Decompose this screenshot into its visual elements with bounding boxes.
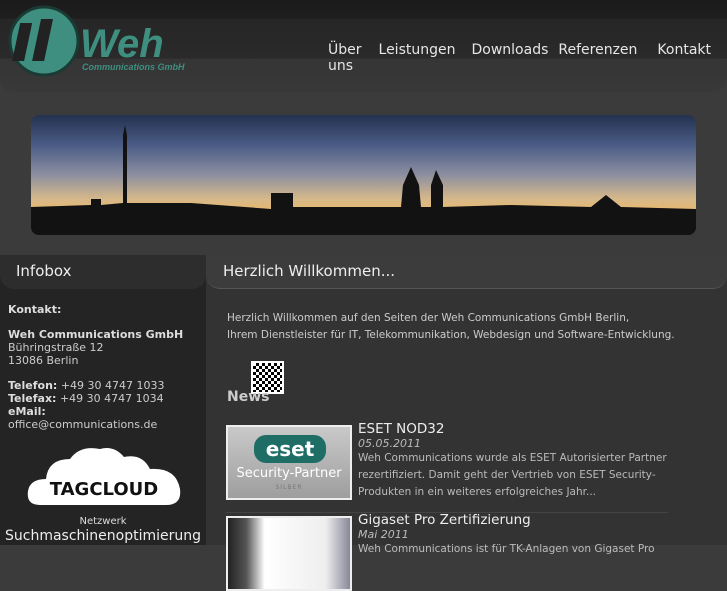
skyline-image [31,125,696,235]
svg-text:Weh: Weh [80,22,164,66]
header: Weh Communications GmbH Über uns Leistun… [0,0,727,92]
eset-logo-tier: SILBER [275,484,303,491]
infobox-title: Infobox [0,255,206,289]
eset-logo: eset [254,435,326,463]
news-title[interactable]: ESET NOD32 [358,421,444,437]
nav-referenzen[interactable]: Referenzen [558,42,637,74]
nav-downloads[interactable]: Downloads [471,42,548,74]
street: Bühringstraße 12 [8,341,104,354]
berlin-skyline-banner [31,115,696,235]
intro-line-1: Herzlich Willkommen auf den Seiten der W… [227,312,630,324]
page-title: Herzlich Willkommen... [206,255,727,289]
eset-logo-sub: Security-Partner [236,466,342,481]
intro-line-2: Ihrem Dienstleister für IT, Telekommunik… [227,329,675,341]
city: 13086 Berlin [8,354,79,367]
news-date: Mai 2011 [358,528,409,541]
news-heading: News [227,389,270,405]
news-date: 05.05.2011 [358,437,421,450]
main-content: Herzlich Willkommen... Herzlich Willkomm… [206,255,727,591]
email-link[interactable]: office@communications.de [8,418,157,431]
infobox-sidebar: Infobox Kontakt: Weh Communications GmbH… [0,255,206,545]
tagcloud-label: TAGCLOUD [49,479,159,500]
news-body: Weh Communications ist für TK-Anlagen vo… [358,543,655,555]
company-logo[interactable]: Weh Communications GmbH [8,5,198,77]
tag-suchmaschinenoptimierung[interactable]: Suchmaschinenoptimierung [0,528,206,544]
eset-partner-image[interactable]: eset Security-Partner SILBER [226,425,352,500]
fax-label: Telefax: [8,392,57,405]
tagcloud-button[interactable]: TAGCLOUD [26,445,182,505]
tag-netzwerk[interactable]: Netzwerk [0,516,206,527]
phone-label: Telefon: [8,379,58,392]
fax: +49 30 4747 1034 [59,392,164,405]
nav-leistungen[interactable]: Leistungen [379,42,456,74]
news-title[interactable]: Gigaset Pro Zertifizierung [358,512,531,528]
nav-kontakt[interactable]: Kontakt [657,42,711,74]
email-label: eMail: [8,405,46,418]
contact-label: Kontakt: [8,303,62,316]
gigaset-image[interactable] [226,516,352,591]
company-name: Weh Communications GmbH [8,328,184,341]
nav-ueber-uns[interactable]: Über uns [328,42,363,74]
main-nav: Über uns Leistungen Downloads Referenzen… [328,42,727,74]
svg-text:Communications GmbH: Communications GmbH [82,62,185,72]
news-body: Weh Communications wurde als ESET Autori… [358,452,667,498]
phone: +49 30 4747 1033 [60,379,165,392]
